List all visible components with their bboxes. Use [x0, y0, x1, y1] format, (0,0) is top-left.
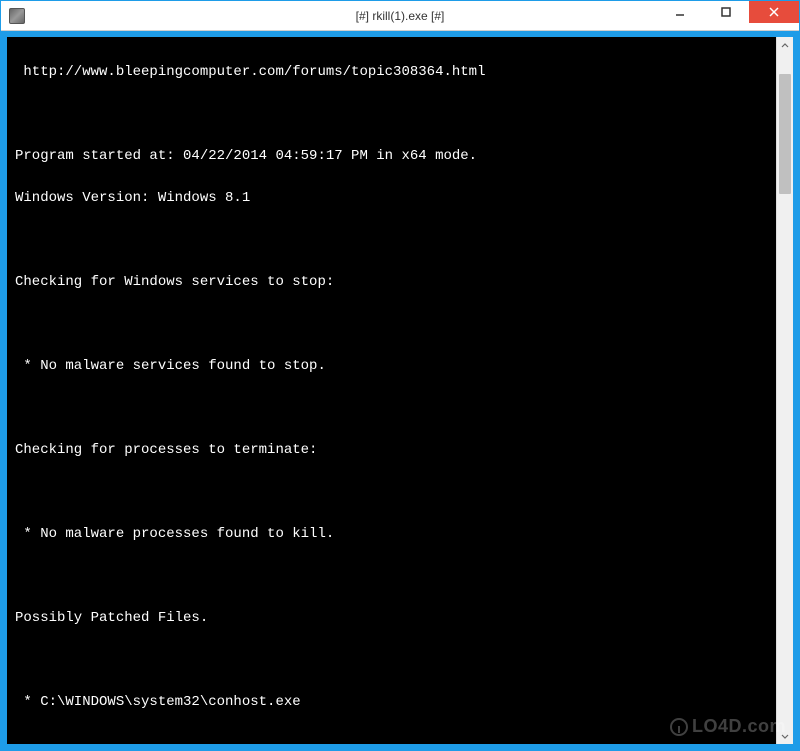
- console-area: http://www.bleepingcomputer.com/forums/t…: [1, 31, 799, 750]
- console-line: [15, 230, 768, 251]
- maximize-button[interactable]: [703, 1, 749, 23]
- application-window: [#] rkill(1).exe [#] http://www.bleeping…: [0, 0, 800, 751]
- scroll-thumb[interactable]: [779, 74, 791, 194]
- scroll-track[interactable]: [777, 54, 793, 727]
- maximize-icon: [720, 6, 732, 18]
- app-icon: [9, 8, 25, 24]
- titlebar[interactable]: [#] rkill(1).exe [#]: [1, 1, 799, 31]
- console-line: * C:\WINDOWS\system32\conhost.exe: [15, 692, 768, 713]
- console-wrapper: http://www.bleepingcomputer.com/forums/t…: [7, 37, 793, 744]
- window-title: [#] rkill(1).exe [#]: [356, 9, 445, 23]
- chevron-down-icon: [781, 732, 789, 740]
- console-line: Checking for processes to terminate:: [15, 440, 768, 461]
- console-line: [15, 650, 768, 671]
- console-line: [15, 734, 768, 744]
- scroll-up-button[interactable]: [777, 37, 793, 54]
- close-button[interactable]: [749, 1, 799, 23]
- window-controls: [657, 1, 799, 23]
- chevron-up-icon: [781, 42, 789, 50]
- console-line: [15, 566, 768, 587]
- console-line: [15, 104, 768, 125]
- console-output[interactable]: http://www.bleepingcomputer.com/forums/t…: [7, 37, 776, 744]
- console-line: Program started at: 04/22/2014 04:59:17 …: [15, 146, 768, 167]
- console-line: * No malware services found to stop.: [15, 356, 768, 377]
- console-line: Windows Version: Windows 8.1: [15, 188, 768, 209]
- minimize-icon: [674, 6, 686, 18]
- console-line: [15, 398, 768, 419]
- scroll-down-button[interactable]: [777, 727, 793, 744]
- console-line: [15, 314, 768, 335]
- console-line: Checking for Windows services to stop:: [15, 272, 768, 293]
- console-line: * No malware processes found to kill.: [15, 524, 768, 545]
- close-icon: [768, 6, 780, 18]
- console-line: [15, 482, 768, 503]
- vertical-scrollbar[interactable]: [776, 37, 793, 744]
- minimize-button[interactable]: [657, 1, 703, 23]
- console-line: Possibly Patched Files.: [15, 608, 768, 629]
- console-line: http://www.bleepingcomputer.com/forums/t…: [15, 62, 768, 83]
